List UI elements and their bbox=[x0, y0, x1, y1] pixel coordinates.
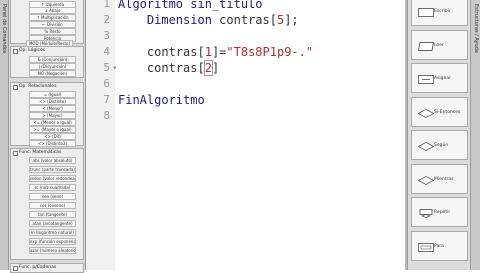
op-button[interactable]: ← División bbox=[29, 21, 76, 28]
op-button[interactable]: <> (Distinto) bbox=[29, 98, 76, 105]
code-token: 1 bbox=[204, 45, 212, 59]
op-button[interactable]: cos (coseno) bbox=[29, 202, 76, 209]
palette-item-repeat[interactable]: Repetir bbox=[411, 197, 468, 227]
commands-side-tab[interactable]: Panel de Comandos bbox=[0, 0, 9, 270]
palette-item-write[interactable]: Escribir bbox=[411, 0, 468, 26]
operators-group-logic: Op. Lógicos & (Conjunción) | (Disyunción… bbox=[10, 46, 84, 78]
if-icon bbox=[417, 103, 435, 118]
op-button[interactable]: tan (tangente) bbox=[29, 211, 76, 218]
group-title[interactable]: Func. Matemáticas bbox=[11, 149, 83, 156]
line-number: 8 bbox=[103, 109, 110, 122]
operators-panel: Panel de Comandos ↑ Izquierda ↓ Abajo ↑ … bbox=[0, 0, 86, 273]
line-number: 6 bbox=[103, 77, 110, 90]
palette-item-for[interactable]: Para bbox=[411, 230, 468, 261]
palette-item-if[interactable]: Si-Entonces bbox=[411, 96, 468, 127]
code-token: Dimension bbox=[118, 13, 220, 27]
code-line[interactable]: Algoritmo sin_titulo bbox=[118, 0, 263, 12]
code-token: Algoritmo bbox=[118, 0, 191, 11]
code-token: contras[ bbox=[118, 61, 205, 75]
code-token: FinAlgoritmo bbox=[118, 93, 205, 107]
op-button[interactable]: NO (Negación) bbox=[29, 70, 76, 77]
palette-item-assign[interactable]: Asignar bbox=[411, 63, 468, 93]
op-button[interactable]: = (Igual) bbox=[29, 91, 76, 98]
line-number: 4 bbox=[103, 45, 110, 58]
code-line[interactable]: contras[1]="T8s8P1p9-." bbox=[118, 44, 313, 60]
op-button[interactable]: redon (valor redondeado) bbox=[29, 175, 76, 182]
code-token: ]; bbox=[284, 13, 299, 27]
assign-icon bbox=[418, 69, 434, 84]
while-icon bbox=[417, 170, 435, 185]
code-editor[interactable]: 12345678 Algoritmo sin_titulo Dimension … bbox=[86, 0, 405, 270]
code-token: ]= bbox=[211, 45, 227, 59]
write-icon bbox=[418, 2, 434, 17]
op-button[interactable]: <> (Dif) bbox=[29, 133, 76, 140]
palette-item-label: Si-Entonces bbox=[434, 109, 461, 115]
for-icon bbox=[418, 237, 434, 252]
line-number: 5 bbox=[103, 61, 110, 74]
op-button[interactable]: rc (raíz cuadrada) bbox=[29, 184, 76, 191]
op-button[interactable]: >= (Mayor o igual) bbox=[29, 126, 76, 133]
code-token: ] bbox=[211, 61, 220, 75]
palette-item-label: Para bbox=[434, 243, 444, 249]
op-button[interactable]: | (Disyunción) bbox=[29, 63, 76, 70]
palette-item-while[interactable]: Mientras bbox=[411, 163, 468, 194]
line-number: 2 bbox=[103, 13, 110, 26]
op-button[interactable]: exp (función exponencial) bbox=[29, 238, 76, 245]
palette-item-label: Mientras bbox=[434, 176, 454, 182]
code-token: sin_titulo bbox=[190, 0, 263, 11]
op-button[interactable]: atan (arcotangente) bbox=[29, 220, 76, 227]
code-token: 2 bbox=[203, 60, 213, 76]
palette-item-label: Según bbox=[434, 143, 449, 148]
line-number: 1 bbox=[103, 0, 110, 10]
op-button[interactable]: sen (seno) bbox=[29, 193, 76, 200]
structures-panel: Escribir Leer Asignar Si-Entonces Según Mient… bbox=[407, 0, 470, 270]
read-icon bbox=[418, 36, 434, 51]
code-token: "T8s8P1p9-." bbox=[226, 45, 314, 59]
palette-item-label: Escribir bbox=[434, 9, 451, 14]
code-line[interactable]: Dimension contras[5]; bbox=[118, 12, 299, 28]
code-token: contras[ bbox=[219, 13, 277, 27]
op-button[interactable]: azar (número aleatorio) bbox=[29, 247, 76, 254]
palette-item-label: Leer bbox=[434, 42, 444, 48]
operators-group-relational: Op. Relacionales = (Igual) <> (Distinto)… bbox=[10, 82, 84, 147]
code-token: contras[ bbox=[118, 45, 205, 59]
op-button[interactable]: ln (logaritmo natural) bbox=[29, 229, 76, 236]
op-button[interactable]: ↑ Multiplicación bbox=[29, 14, 76, 21]
repeat-icon bbox=[418, 203, 434, 218]
palette-item-label: Repetir bbox=[434, 210, 451, 215]
code-line[interactable]: contras[2] bbox=[118, 60, 219, 76]
line-number-gutter: 1 2 3 4 5 6 7 8 bbox=[86, 0, 115, 270]
group-title[interactable]: Op. Relacionales bbox=[11, 83, 83, 90]
op-button[interactable]: > (Mayor) bbox=[29, 112, 76, 119]
group-title[interactable]: Op. Lógicos bbox=[11, 47, 83, 54]
palette-item-label: Asignar bbox=[434, 76, 451, 81]
palette-item-switch[interactable]: Según bbox=[411, 130, 468, 160]
line-number: 7 bbox=[103, 93, 110, 106]
op-button[interactable]: trunc (parte truncada) bbox=[29, 166, 76, 173]
op-button[interactable]: abs (valor absoluto) bbox=[29, 157, 76, 164]
op-button[interactable]: ↓ Abajo bbox=[29, 7, 76, 14]
operators-group-arith: ↑ Izquierda ↓ Abajo ↑ Multiplicación ← D… bbox=[10, 0, 84, 44]
op-button[interactable]: % Resto bbox=[29, 28, 76, 35]
operators-group-strings: Func. p/Cadenas bbox=[10, 263, 84, 273]
code-line[interactable]: FinAlgoritmo bbox=[118, 92, 205, 108]
structures-side-tab[interactable]: Estructuras / Ayuda bbox=[470, 0, 480, 270]
op-button[interactable]: <> (Distinto2) bbox=[29, 140, 76, 147]
op-button[interactable]: & (Conjunción) bbox=[29, 56, 76, 63]
line-number: 3 bbox=[103, 29, 110, 42]
palette-item-read[interactable]: Leer bbox=[411, 29, 468, 60]
fold-marker-icon[interactable]: ▾ bbox=[113, 60, 117, 76]
op-button[interactable]: < (Menor) bbox=[29, 105, 76, 112]
operators-group-math: Func. Matemáticas abs (valor absoluto) t… bbox=[10, 148, 84, 260]
op-button[interactable]: <= (Menor o igual) bbox=[29, 119, 76, 126]
switch-icon bbox=[417, 136, 435, 151]
